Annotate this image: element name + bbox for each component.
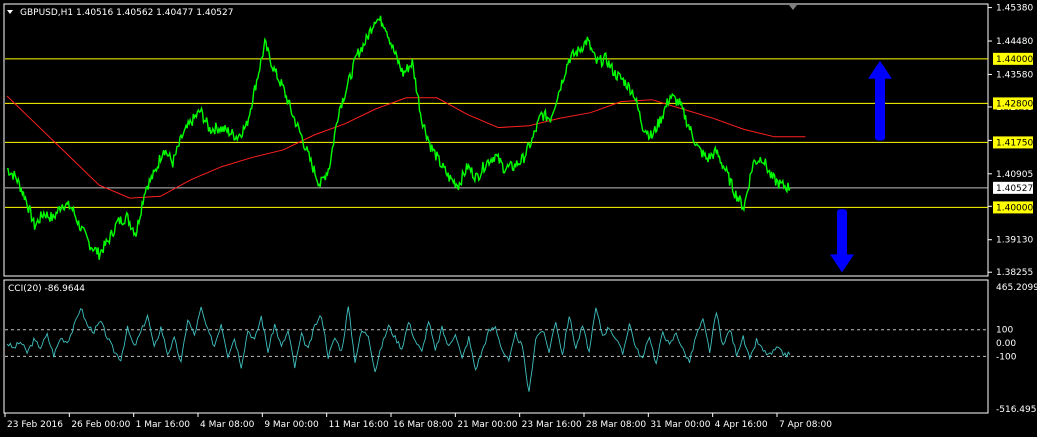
cci-tick-label: 0.00	[996, 339, 1016, 349]
price-line	[6, 15, 791, 260]
time-axis: 23 Feb 2016 26 Feb 00:00 1 Mar 16:00 4 Mar …	[4, 413, 832, 430]
price-tick-label: 1.44480	[996, 37, 1033, 47]
arrow-down-icon	[830, 254, 854, 273]
time-tick-label: 4 Mar 08:00	[200, 420, 255, 430]
arrow-up-shaft	[875, 74, 885, 141]
price-panel[interactable]: 1.453801.444801.435801.427051.418051.409…	[3, 3, 1033, 279]
cci-series	[6, 306, 791, 392]
arrow-up-icon	[868, 60, 892, 79]
time-tick-label: 23 Mar 16:00	[522, 420, 582, 430]
time-tick-label: 4 Apr 16:00	[715, 420, 768, 430]
price-tick-label: 1.45380	[996, 4, 1033, 14]
cci-panel[interactable]: 465.2099 100 0.00 -100 -516.4956 CCI(20) -86…	[3, 279, 1037, 415]
current-price-label: 1.40527	[996, 184, 1033, 194]
time-tick-label: 21 Mar 00:00	[457, 420, 517, 430]
time-tick-label: 9 Mar 00:00	[264, 420, 319, 430]
cci-tick-label: -100	[996, 352, 1017, 362]
symbol-header: GBPUSD,H1 1.40516 1.40562 1.40477 1.4052…	[20, 8, 233, 18]
time-tick-label: 11 Mar 16:00	[329, 420, 389, 430]
level-label: 1.40000	[996, 203, 1033, 213]
direction-arrows	[830, 60, 892, 273]
moving-average-line	[6, 95, 806, 199]
arrow-down-shaft	[837, 209, 847, 259]
cci-header: CCI(20) -86.9644	[8, 284, 85, 294]
price-tick-label: 1.38255	[996, 268, 1033, 278]
collapse-triangle-icon[interactable]	[7, 10, 13, 14]
level-label: 1.44000	[996, 55, 1033, 65]
cci-axis: 465.2099 100 0.00 -100 -516.4956	[5, 283, 1037, 415]
time-tick-label: 31 Mar 00:00	[650, 420, 710, 430]
cci-tick-label: -516.4956	[996, 405, 1037, 415]
time-tick-label: 16 Mar 08:00	[393, 420, 453, 430]
price-series	[6, 15, 806, 260]
price-tick-label: 1.40905	[996, 170, 1033, 180]
level-label: 1.42800	[996, 99, 1033, 109]
price-tick-label: 1.43580	[996, 70, 1033, 80]
cci-panel-frame	[3, 279, 989, 414]
time-tick-label: 1 Mar 16:00	[136, 420, 191, 430]
time-tick-label: 7 Apr 08:00	[779, 420, 832, 430]
time-tick-label: 23 Feb 2016	[7, 420, 63, 430]
time-tick-label: 28 Mar 08:00	[586, 420, 646, 430]
trading-chart[interactable]: 1.453801.444801.435801.427051.418051.409…	[0, 0, 1037, 437]
level-label: 1.41750	[996, 138, 1033, 148]
cci-tick-label: 465.2099	[996, 283, 1037, 293]
cci-line	[6, 306, 791, 392]
time-tick-label: 26 Feb 00:00	[71, 420, 130, 430]
cci-tick-label: 100	[996, 326, 1013, 336]
chart-shift-marker-icon[interactable]	[789, 5, 797, 10]
price-tick-label: 1.39130	[996, 236, 1033, 246]
